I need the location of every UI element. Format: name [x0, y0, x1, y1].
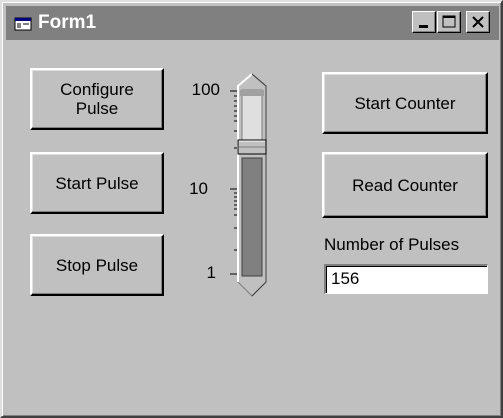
- configure-pulse-label: Configure Pulse: [60, 80, 134, 118]
- start-counter-button[interactable]: Start Counter: [322, 72, 488, 134]
- number-of-pulses-field[interactable]: 156: [324, 264, 488, 294]
- stop-pulse-button[interactable]: Stop Pulse: [30, 234, 164, 296]
- stop-pulse-label: Stop Pulse: [55, 255, 139, 275]
- start-pulse-label: Start Pulse: [55, 173, 139, 193]
- minimize-button[interactable]: [412, 11, 436, 33]
- slider-thumb[interactable]: [237, 139, 267, 155]
- number-of-pulses-label: Number of Pulses: [324, 235, 460, 254]
- app-icon: [14, 17, 32, 31]
- title-bar[interactable]: Form1: [6, 6, 499, 40]
- close-icon: [472, 16, 484, 28]
- start-counter-label: Start Counter: [354, 93, 456, 113]
- read-counter-label: Read Counter: [352, 175, 458, 195]
- maximize-button[interactable]: [437, 11, 461, 33]
- close-button[interactable]: [466, 11, 490, 33]
- minimize-icon: [419, 25, 428, 28]
- slider-track[interactable]: [178, 68, 288, 304]
- form1-window: Form1 Configure Pulse Start Pulse Stop P…: [0, 0, 503, 418]
- configure-pulse-button[interactable]: Configure Pulse: [30, 68, 164, 130]
- read-counter-button[interactable]: Read Counter: [322, 152, 488, 218]
- maximize-icon: [442, 15, 456, 28]
- window-title: Form1: [38, 12, 97, 33]
- slider-fill: [241, 157, 263, 277]
- pulse-rate-slider[interactable]: 100 10 1: [178, 68, 288, 304]
- start-pulse-button[interactable]: Start Pulse: [30, 152, 164, 214]
